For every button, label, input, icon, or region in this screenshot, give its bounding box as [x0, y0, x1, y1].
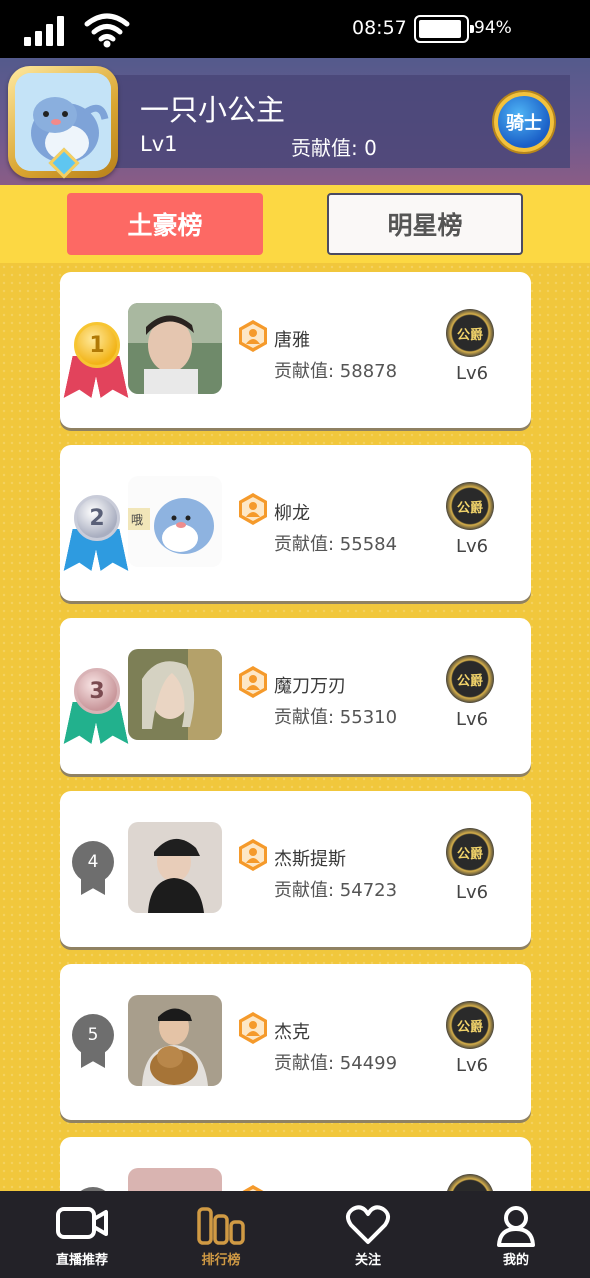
wifi-icon: [84, 13, 130, 48]
user-photo[interactable]: [128, 649, 222, 740]
user-name: 杰克: [274, 1022, 310, 1043]
user-hexagon-icon: [239, 839, 267, 871]
user-hexagon-icon: [242, 1185, 264, 1191]
user-hexagon-icon: [239, 320, 267, 352]
bronze-medal-icon: 3: [66, 668, 128, 742]
rank-marker-icon: 4: [72, 841, 114, 897]
duke-badge-icon: 公爵: [446, 1001, 494, 1049]
nav-ranking[interactable]: 排行榜: [161, 1191, 281, 1278]
user-level: Lv6: [456, 882, 489, 903]
ranking-card[interactable]: 2 哦 柳龙 贡献值: 55584 公爵 Lv6: [60, 445, 531, 601]
duke-badge-icon: [446, 1174, 494, 1191]
signal-icon: [24, 14, 66, 46]
user-photo[interactable]: [128, 822, 222, 913]
profile-header: 一只小公主 Lv1 贡献值: 0 骑士: [0, 58, 590, 185]
user-photo[interactable]: [128, 303, 222, 394]
username: 一只小公主: [140, 93, 286, 127]
person-icon: [497, 1206, 535, 1247]
nav-live-recommend[interactable]: 直播推荐: [22, 1191, 142, 1278]
nav-follow[interactable]: 关注: [308, 1191, 428, 1278]
user-contribution: 贡献值: 55584: [274, 534, 398, 555]
duke-badge-icon: 公爵: [446, 482, 494, 530]
battery-icon: [414, 15, 474, 43]
user-level: Lv6: [456, 709, 489, 730]
user-contribution: 贡献值: 54499: [274, 1053, 398, 1074]
tab-star-list[interactable]: 明星榜: [327, 193, 523, 255]
user-name: 魔刀万刃: [274, 676, 346, 697]
user-contribution: 贡献值: 54723: [274, 880, 398, 901]
video-camera-icon: [56, 1207, 108, 1239]
duke-badge-icon: 公爵: [446, 655, 494, 703]
user-hexagon-icon: [239, 666, 267, 698]
avatar[interactable]: [8, 66, 118, 179]
user-level: Lv6: [456, 1055, 489, 1076]
duke-badge-icon: 公爵: [446, 309, 494, 357]
user-hexagon-icon: [239, 1012, 267, 1044]
user-contribution: 贡献值: 58878: [274, 361, 398, 382]
user-photo[interactable]: 哦: [128, 476, 222, 567]
user-level: Lv6: [456, 363, 489, 384]
ranking-card[interactable]: [60, 1137, 531, 1191]
ranking-list[interactable]: 1 唐雅 贡献值: 58878 公爵 Lv6 2 哦 柳龙 贡献值: 55584…: [0, 263, 590, 1191]
user-name: 唐雅: [274, 330, 310, 351]
user-contribution: 贡献值: 0: [291, 136, 377, 160]
ranking-card[interactable]: 5 杰克 贡献值: 54499 公爵 Lv6: [60, 964, 531, 1120]
status-bar: 08:57 94%: [0, 0, 590, 58]
ranking-tabs: 土豪榜 明星榜: [0, 185, 590, 263]
user-contribution: 贡献值: 55310: [274, 707, 398, 728]
knight-badge: 骑士: [494, 92, 554, 152]
user-photo[interactable]: [128, 995, 222, 1086]
ranking-card[interactable]: 1 唐雅 贡献值: 58878 公爵 Lv6: [60, 272, 531, 428]
battery-percent: 94%: [474, 18, 512, 38]
user-hexagon-icon: [239, 493, 267, 525]
user-photo[interactable]: [128, 1168, 222, 1191]
gold-medal-icon: 1: [66, 322, 128, 396]
tab-rich-list[interactable]: 土豪榜: [67, 193, 263, 255]
ranking-bars-icon: [197, 1207, 245, 1245]
svg-text:哦: 哦: [131, 513, 143, 527]
user-name: 杰斯提斯: [274, 849, 346, 870]
silver-medal-icon: 2: [66, 495, 128, 569]
user-level: Lv1: [140, 132, 178, 156]
ranking-card[interactable]: 3 魔刀万刃 贡献值: 55310 公爵 Lv6: [60, 618, 531, 774]
user-name: 柳龙: [274, 503, 310, 524]
rank-marker-icon: 5: [72, 1014, 114, 1070]
clock: 08:57: [352, 17, 407, 39]
nav-mine[interactable]: 我的: [456, 1191, 576, 1278]
heart-icon: [346, 1205, 390, 1244]
duke-badge-icon: 公爵: [446, 828, 494, 876]
ranking-card[interactable]: 4 杰斯提斯 贡献值: 54723 公爵 Lv6: [60, 791, 531, 947]
bottom-nav: 直播推荐 排行榜 关注 我的: [0, 1191, 590, 1278]
user-level: Lv6: [456, 536, 489, 557]
